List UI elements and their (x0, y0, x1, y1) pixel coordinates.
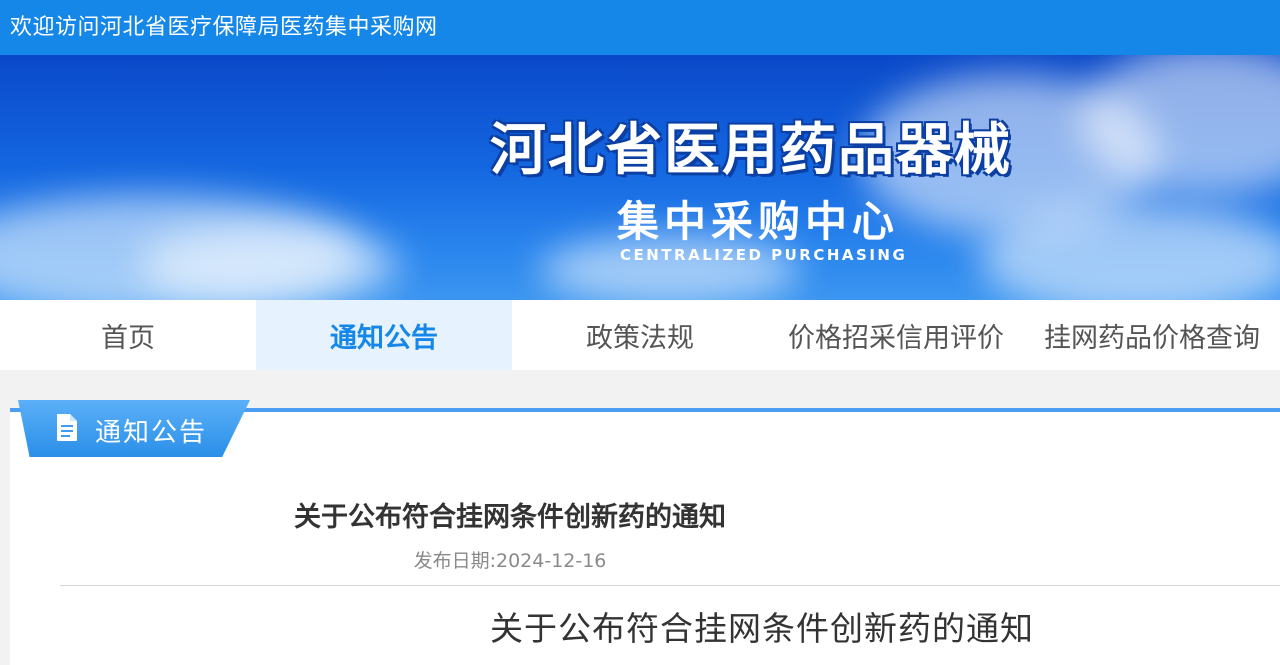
document-icon (57, 414, 77, 441)
section-tab-label: 通知公告 (95, 418, 208, 448)
nav-item-home[interactable]: 首页 (0, 300, 256, 370)
nav-item-policies[interactable]: 政策法规 (512, 300, 768, 370)
nav-item-credit-evaluation[interactable]: 价格招采信用评价 (768, 300, 1024, 370)
article-body-heading: 关于公布符合挂网条件创新药的通知 (490, 609, 1034, 648)
welcome-text: 欢迎访问河北省医疗保障局医药集中采购网 (10, 15, 438, 40)
top-bar: 欢迎访问河北省医疗保障局医药集中采购网 (0, 0, 1280, 55)
banner-english-subtitle: CENTRALIZED PURCHASING (620, 246, 908, 264)
banner-title: 河北省医用药品器械 (490, 118, 1012, 183)
nav-item-notices[interactable]: 通知公告 (256, 300, 512, 370)
divider (60, 585, 1280, 586)
cloud-decoration (140, 225, 400, 300)
banner-subtitle: 集中采购中心 (617, 197, 900, 246)
header-banner: 河北省医用药品器械 集中采购中心 CENTRALIZED PURCHASING (0, 55, 1280, 300)
publish-date: 发布日期:2024-12-16 (413, 550, 607, 572)
main-nav: 首页 通知公告 政策法规 价格招采信用评价 挂网药品价格查询 (0, 300, 1280, 370)
section-tab: 通知公告 (18, 400, 250, 457)
nav-item-price-query[interactable]: 挂网药品价格查询 (1024, 300, 1280, 370)
article-title: 关于公布符合挂网条件创新药的通知 (294, 502, 726, 533)
